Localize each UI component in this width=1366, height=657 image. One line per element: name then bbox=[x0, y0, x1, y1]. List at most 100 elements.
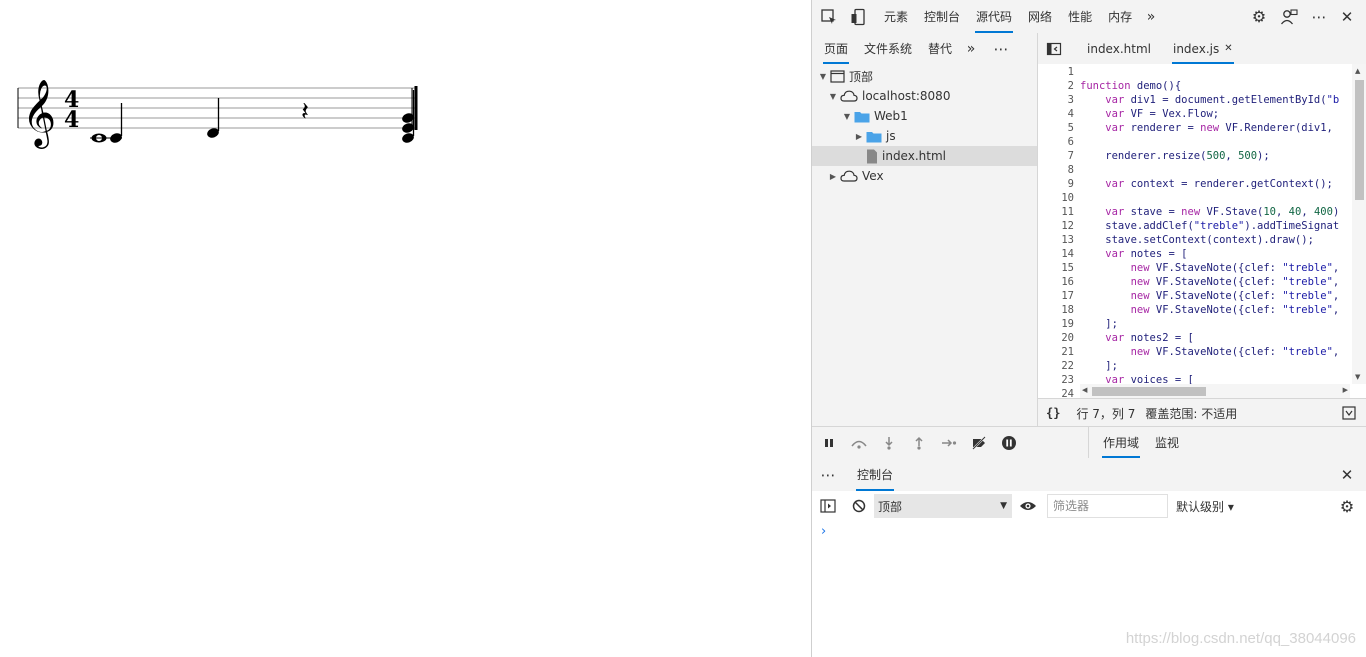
top-tab-0[interactable]: 元素 bbox=[876, 0, 916, 33]
more-options-icon[interactable]: ⋯ bbox=[1308, 6, 1330, 28]
deactivate-breakpoints-icon[interactable] bbox=[964, 428, 994, 458]
settings-gear-icon[interactable]: ⚙ bbox=[1248, 6, 1270, 28]
step-into-icon[interactable] bbox=[874, 428, 904, 458]
debug-tab-0[interactable]: 作用域 bbox=[1095, 427, 1147, 458]
step-over-icon[interactable] bbox=[844, 428, 874, 458]
editor-tab-1[interactable]: index.js ✕ bbox=[1165, 33, 1241, 64]
top-tab-4[interactable]: 性能 bbox=[1060, 0, 1100, 33]
debug-tab-1[interactable]: 监视 bbox=[1147, 427, 1187, 458]
live-expression-eye-icon[interactable] bbox=[1017, 495, 1039, 517]
line-number: 16 bbox=[1061, 276, 1074, 288]
drawer-menu-icon[interactable]: ⋯ bbox=[817, 464, 839, 486]
collapsed-arrow-icon[interactable]: ▶ bbox=[854, 132, 864, 141]
editor-tab-0[interactable]: index.html bbox=[1079, 33, 1159, 64]
line-number: 19 bbox=[1061, 318, 1074, 330]
scroll-down-icon[interactable]: ▼ bbox=[1355, 373, 1360, 381]
time-signature-bottom: 4 bbox=[64, 107, 79, 133]
devtools-panel: 元素 控制台 源代码 网络 性能 内存 » ⚙ ⋯ ✕ 页面 文件系统 替代 » ⋯ inde… bbox=[811, 0, 1366, 657]
watermark-text: https://blog.csdn.net/qq_38044096 bbox=[1125, 630, 1356, 647]
code-line: new VF.StaveNote({clef: "treble", bbox=[1130, 276, 1340, 288]
console-sidebar-toggle-icon[interactable] bbox=[817, 495, 839, 517]
tree-item-1[interactable]: ▼ localhost:8080 bbox=[812, 86, 1037, 106]
tree-item-3[interactable]: ▶ js bbox=[812, 126, 1037, 146]
top-tab-2[interactable]: 源代码 bbox=[968, 0, 1020, 33]
vertical-scrollbar[interactable]: ▲ ▼ bbox=[1352, 64, 1366, 384]
pause-icon[interactable] bbox=[814, 428, 844, 458]
close-devtools-icon[interactable]: ✕ bbox=[1336, 6, 1358, 28]
clear-console-icon[interactable] bbox=[848, 495, 870, 517]
line-number: 20 bbox=[1061, 332, 1074, 344]
line-number: 21 bbox=[1061, 346, 1074, 358]
line-number: 23 bbox=[1061, 374, 1074, 386]
device-emulation-icon[interactable] bbox=[848, 6, 870, 28]
pause-on-exceptions-icon[interactable] bbox=[994, 428, 1024, 458]
editor-tabbar: index.html index.js ✕ bbox=[1037, 33, 1366, 65]
line-number-gutter: 1 2 3 4 5 6 7 8 9 10 11 12 13 14 15 16 17 18 19 20 21 22 23 24 bbox=[1038, 64, 1074, 398]
line-number: 3 bbox=[1067, 94, 1074, 106]
navigator-tab-0[interactable]: 页面 bbox=[816, 33, 856, 64]
quarter-note-1 bbox=[110, 103, 123, 143]
step-out-icon[interactable] bbox=[904, 428, 934, 458]
tree-item-4[interactable]: index.html bbox=[812, 146, 1037, 166]
tree-item-5[interactable]: ▶ Vex bbox=[812, 166, 1037, 186]
expanded-arrow-icon[interactable]: ▼ bbox=[818, 72, 828, 81]
top-tab-1[interactable]: 控制台 bbox=[916, 0, 968, 33]
code-editor[interactable]: 1 2 3 4 5 6 7 8 9 10 11 12 13 14 15 16 17 18 19 20 21 22 23 24 … bbox=[1037, 64, 1366, 398]
toggle-navigator-icon[interactable] bbox=[1043, 38, 1065, 60]
drawer-tab-console[interactable]: 控制台 bbox=[849, 458, 901, 491]
context-select[interactable]: 顶部 ▼ bbox=[874, 494, 1012, 518]
folder-icon bbox=[854, 110, 870, 123]
code-line: stave.setContext(context).draw(); bbox=[1080, 234, 1314, 246]
feedback-icon[interactable] bbox=[1278, 6, 1300, 28]
horizontal-scroll-thumb[interactable] bbox=[1092, 387, 1206, 396]
horizontal-scrollbar[interactable]: ◀ ▶ bbox=[1080, 384, 1350, 398]
console-settings-gear-icon[interactable]: ⚙ bbox=[1336, 495, 1358, 517]
console-filter-input[interactable] bbox=[1047, 494, 1168, 518]
close-drawer-icon[interactable]: ✕ bbox=[1336, 464, 1358, 486]
inspect-element-icon[interactable] bbox=[818, 6, 840, 28]
step-icon[interactable] bbox=[934, 428, 964, 458]
log-level-select[interactable]: 默认级别 ▾ bbox=[1176, 498, 1234, 515]
close-tab-icon[interactable]: ✕ bbox=[1224, 43, 1232, 54]
line-number: 4 bbox=[1067, 108, 1074, 120]
expanded-arrow-icon[interactable]: ▼ bbox=[842, 112, 852, 121]
cursor-position: 行 7，列 7 bbox=[1076, 406, 1136, 421]
console-output[interactable]: › https://blog.csdn.net/qq_38044096 bbox=[812, 522, 1366, 657]
editor-tab-label: index.html bbox=[1087, 41, 1151, 56]
code-line: ]; bbox=[1080, 318, 1118, 330]
line-number: 24 bbox=[1061, 388, 1074, 398]
navigator-tab-1[interactable]: 文件系统 bbox=[856, 33, 920, 64]
vertical-scroll-thumb[interactable] bbox=[1355, 80, 1364, 200]
frame-icon bbox=[830, 69, 845, 83]
scroll-right-icon[interactable]: ▶ bbox=[1343, 386, 1348, 394]
top-tab-5[interactable]: 内存 bbox=[1100, 0, 1140, 33]
code-content[interactable]: function demo(){ var div1 = document.get… bbox=[1080, 64, 1350, 384]
quarter-rest-icon: 𝄽 bbox=[301, 97, 309, 127]
line-number: 17 bbox=[1061, 290, 1074, 302]
top-tab-3[interactable]: 网络 bbox=[1020, 0, 1060, 33]
toggle-debugger-sidebar-icon[interactable] bbox=[1338, 402, 1360, 424]
line-number: 18 bbox=[1061, 304, 1074, 316]
code-line: stave.addClef("treble").addTimeSignat bbox=[1080, 220, 1340, 232]
line-number: 14 bbox=[1061, 248, 1074, 260]
devtools-main-toolbar: 元素 控制台 源代码 网络 性能 内存 » ⚙ ⋯ ✕ bbox=[812, 0, 1366, 34]
expanded-arrow-icon[interactable]: ▼ bbox=[828, 92, 838, 101]
quarter-note-2 bbox=[207, 98, 220, 138]
console-prompt-icon[interactable]: › bbox=[821, 524, 826, 539]
code-line: var context = renderer.getContext(); bbox=[1105, 178, 1333, 190]
tree-item-0[interactable]: ▼ 顶部 bbox=[812, 66, 1037, 86]
pretty-print-button[interactable]: {} bbox=[1046, 406, 1060, 420]
line-number: 13 bbox=[1061, 234, 1074, 246]
code-line: ]; bbox=[1080, 360, 1118, 372]
tree-item-2[interactable]: ▼ Web1 bbox=[812, 106, 1037, 126]
scroll-left-icon[interactable]: ◀ bbox=[1082, 386, 1087, 394]
line-number: 12 bbox=[1061, 220, 1074, 232]
navigator-menu-icon[interactable]: ⋯ bbox=[990, 38, 1012, 60]
file-tree: ▼ 顶部 ▼ localhost:8080 ▼ Web1 ▶ js index.html ▶ Vex bbox=[812, 64, 1037, 426]
file-icon bbox=[866, 149, 878, 164]
collapsed-arrow-icon[interactable]: ▶ bbox=[828, 172, 838, 181]
scroll-up-icon[interactable]: ▲ bbox=[1355, 67, 1360, 75]
navigator-tab-2[interactable]: 替代 bbox=[920, 33, 960, 64]
navigator-more-tabs-icon[interactable]: » bbox=[960, 38, 982, 60]
more-tabs-icon[interactable]: » bbox=[1140, 6, 1162, 28]
